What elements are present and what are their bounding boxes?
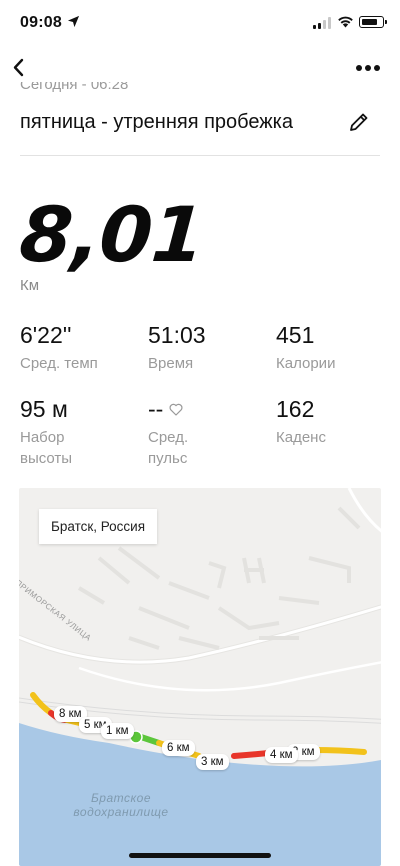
km-marker: 4 км bbox=[265, 747, 298, 763]
cellular-signal-icon bbox=[313, 17, 331, 29]
stat-value: -- bbox=[148, 396, 164, 422]
distance-unit: Км bbox=[20, 277, 40, 294]
stat-value: 162 bbox=[276, 396, 315, 422]
distance-value: 8,01 bbox=[16, 190, 207, 279]
stat-value: 451 bbox=[276, 322, 315, 348]
battery-icon bbox=[359, 16, 387, 28]
stat-value: 6'22'' bbox=[20, 322, 72, 348]
stat-label: Калории bbox=[276, 355, 336, 372]
route-map[interactable]: Братск, Россия ПРИМОРСКАЯ УЛИЦА 8 км 5 к… bbox=[19, 488, 381, 866]
map-lake-label: Братское водохранилище bbox=[73, 791, 169, 819]
stat-label: Время bbox=[148, 355, 194, 372]
wifi-icon bbox=[338, 16, 353, 28]
header-divider bbox=[20, 155, 380, 156]
stat-avg-heart-rate: -- Сред. пульс bbox=[148, 396, 228, 469]
stat-label: Сред. пульс bbox=[148, 429, 189, 467]
edit-pencil-icon[interactable] bbox=[348, 111, 370, 133]
stat-value: 95 м bbox=[20, 396, 68, 422]
status-time: 09:08 bbox=[20, 14, 62, 31]
activity-title: пятница - утренняя пробежка bbox=[20, 111, 293, 133]
km-marker: 6 км bbox=[162, 740, 195, 756]
stat-label: Каденс bbox=[276, 429, 326, 446]
home-indicator[interactable] bbox=[129, 853, 271, 858]
location-arrow-icon bbox=[67, 15, 80, 28]
more-options-icon[interactable] bbox=[356, 58, 382, 78]
stat-time: 51:03 Время bbox=[148, 322, 258, 374]
heart-icon bbox=[169, 403, 183, 416]
activity-date: Сегодня - 06:28 bbox=[20, 82, 129, 93]
stat-label: Сред. темп bbox=[20, 355, 98, 372]
stat-cadence: 162 Каденс bbox=[276, 396, 386, 448]
status-bar: 09:08 bbox=[0, 0, 400, 48]
stat-calories: 451 Калории bbox=[276, 322, 386, 374]
back-chevron-icon[interactable] bbox=[8, 54, 30, 82]
stat-avg-pace: 6'22'' Сред. темп bbox=[20, 322, 130, 374]
stat-value: 51:03 bbox=[148, 322, 206, 348]
map-location-label: Братск, Россия bbox=[39, 509, 158, 544]
km-marker: 1 км bbox=[101, 723, 134, 739]
stat-label: Набор высоты bbox=[20, 429, 73, 467]
stat-elevation-gain: 95 м Набор высоты bbox=[20, 396, 115, 469]
km-marker: 3 км bbox=[196, 754, 229, 770]
